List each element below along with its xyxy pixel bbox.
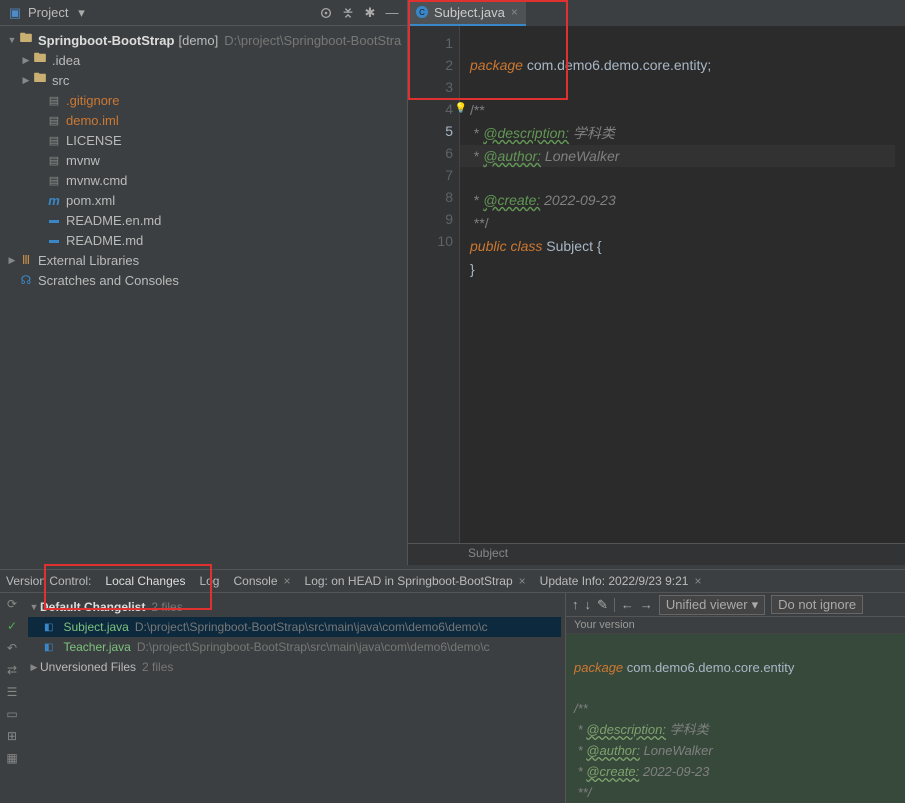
ignore-combo[interactable]: Do not ignore — [771, 595, 863, 614]
diff-viewer: ↑ ↓ ✎ ← → Unified viewer▾ Do not ignore … — [565, 593, 905, 803]
code-area[interactable]: package com.demo6.demo.core.entity; /** … — [460, 26, 905, 543]
project-icon: ▣ — [6, 4, 24, 22]
tree-ext-libs[interactable]: External Libraries — [0, 250, 407, 270]
file-icon — [46, 112, 62, 128]
tree-pom[interactable]: pom.xml — [28, 190, 407, 210]
bulb-icon[interactable]: 💡 — [455, 98, 467, 120]
tree-readme-en[interactable]: README.en.md — [28, 210, 407, 230]
diff-content[interactable]: package com.demo6.demo.core.entity /** *… — [566, 634, 905, 803]
file-icon — [46, 172, 62, 188]
changed-file-subject[interactable]: ◧ Subject.java D:\project\Springboot-Boo… — [28, 617, 561, 637]
tree-license[interactable]: LICENSE — [28, 130, 407, 150]
editor-panel: C Subject.java × 1 2 3 💡4 5 6 7 8 9 10 p… — [408, 0, 905, 565]
target-icon[interactable] — [317, 4, 335, 22]
group-icon[interactable]: ▦ — [6, 751, 17, 765]
chevron-down-icon[interactable]: ▾ — [72, 4, 90, 22]
tree-mvnw-cmd[interactable]: mvnw.cmd — [28, 170, 407, 190]
java-class-icon: C — [416, 6, 428, 18]
refresh-icon[interactable]: ⟳ — [7, 597, 17, 611]
java-file-icon: ◧ — [44, 642, 53, 653]
tree-src[interactable]: src — [14, 70, 407, 90]
project-panel-header: ▣ Project ▾ ✱ — — [0, 0, 407, 26]
arrow-up-icon[interactable]: ↑ — [572, 597, 579, 612]
close-icon[interactable]: × — [694, 574, 701, 588]
markdown-icon — [46, 212, 62, 228]
markdown-icon — [46, 232, 62, 248]
maven-icon — [46, 192, 62, 208]
collapse-all-icon[interactable] — [339, 4, 357, 22]
file-icon — [46, 92, 62, 108]
editor-tab-bar: C Subject.java × — [408, 0, 905, 26]
library-icon — [18, 252, 34, 268]
expand-icon[interactable]: ⊞ — [7, 729, 17, 743]
version-control-body: ⟳ ✓ ↶ ⇄ ☰ ▭ ⊞ ▦ ▼ Default Changelist 2 f… — [0, 593, 905, 803]
editor-body[interactable]: 1 2 3 💡4 5 6 7 8 9 10 package com.demo6.… — [408, 26, 905, 543]
revert-icon[interactable]: ↶ — [7, 641, 17, 655]
tab-log[interactable]: Log — [199, 574, 219, 588]
vc-side-toolbar: ⟳ ✓ ↶ ⇄ ☰ ▭ ⊞ ▦ — [0, 593, 24, 803]
scratches-icon — [18, 272, 34, 288]
project-panel: ▣ Project ▾ ✱ — Springboot-BootStrap [de… — [0, 0, 408, 565]
tree-mvnw[interactable]: mvnw — [28, 150, 407, 170]
project-title: Project — [28, 5, 68, 20]
folder-icon — [18, 32, 34, 48]
tree-readme[interactable]: README.md — [28, 230, 407, 250]
chevron-down-icon: ▾ — [752, 597, 759, 613]
tree-root[interactable]: Springboot-BootStrap [demo] D:\project\S… — [0, 30, 407, 50]
your-version-label: Your version — [566, 617, 905, 634]
close-tab-icon[interactable]: × — [511, 5, 518, 19]
editor-tab-subject[interactable]: C Subject.java × — [408, 0, 526, 26]
diff-toolbar: ↑ ↓ ✎ ← → Unified viewer▾ Do not ignore — [566, 593, 905, 617]
vc-label: Version Control: — [6, 574, 91, 588]
tab-update-info[interactable]: Update Info: 2022/9/23 9:21 — [540, 574, 689, 588]
changes-tree[interactable]: ▼ Default Changelist 2 files ◧ Subject.j… — [24, 593, 565, 803]
java-file-icon: ◧ — [44, 622, 53, 633]
minimize-icon[interactable]: — — [383, 4, 401, 22]
unversioned-files[interactable]: ▶ Unversioned Files 2 files — [28, 657, 561, 677]
folder-icon — [32, 72, 48, 88]
folder-icon — [32, 52, 48, 68]
tab-local-changes[interactable]: Local Changes — [105, 574, 185, 588]
tree-idea[interactable]: .idea — [14, 50, 407, 70]
diff-icon[interactable]: ⇄ — [7, 663, 17, 677]
shelf-icon[interactable]: ▭ — [6, 707, 17, 721]
changed-file-teacher[interactable]: ◧ Teacher.java D:\project\Springboot-Boo… — [28, 637, 561, 657]
tab-head-log[interactable]: Log: on HEAD in Springboot-BootStrap — [305, 574, 513, 588]
breadcrumb[interactable]: Subject — [408, 543, 905, 565]
editor-tab-label: Subject.java — [434, 5, 505, 20]
edit-icon[interactable]: ✎ — [597, 597, 608, 613]
close-icon[interactable]: × — [519, 574, 526, 588]
gutter: 1 2 3 💡4 5 6 7 8 9 10 — [408, 26, 460, 543]
tree-gitignore[interactable]: .gitignore — [28, 90, 407, 110]
default-changelist[interactable]: ▼ Default Changelist 2 files — [28, 597, 561, 617]
commit-icon[interactable]: ✓ — [7, 619, 17, 633]
file-icon — [46, 132, 62, 148]
file-icon — [46, 152, 62, 168]
viewer-mode-combo[interactable]: Unified viewer▾ — [659, 595, 765, 615]
arrow-down-icon[interactable]: ↓ — [585, 597, 592, 612]
tab-console[interactable]: Console — [233, 574, 277, 588]
version-control-tabs: Version Control: Local Changes Log Conso… — [0, 569, 905, 593]
project-tree[interactable]: Springboot-BootStrap [demo] D:\project\S… — [0, 26, 407, 565]
tree-scratches[interactable]: Scratches and Consoles — [0, 270, 407, 290]
tree-demo-iml[interactable]: demo.iml — [28, 110, 407, 130]
changelist-icon[interactable]: ☰ — [7, 685, 18, 699]
close-icon[interactable]: × — [284, 574, 291, 588]
gear-icon[interactable]: ✱ — [361, 4, 379, 22]
arrow-left-icon[interactable]: ← — [621, 597, 634, 612]
arrow-right-icon[interactable]: → — [640, 597, 653, 612]
